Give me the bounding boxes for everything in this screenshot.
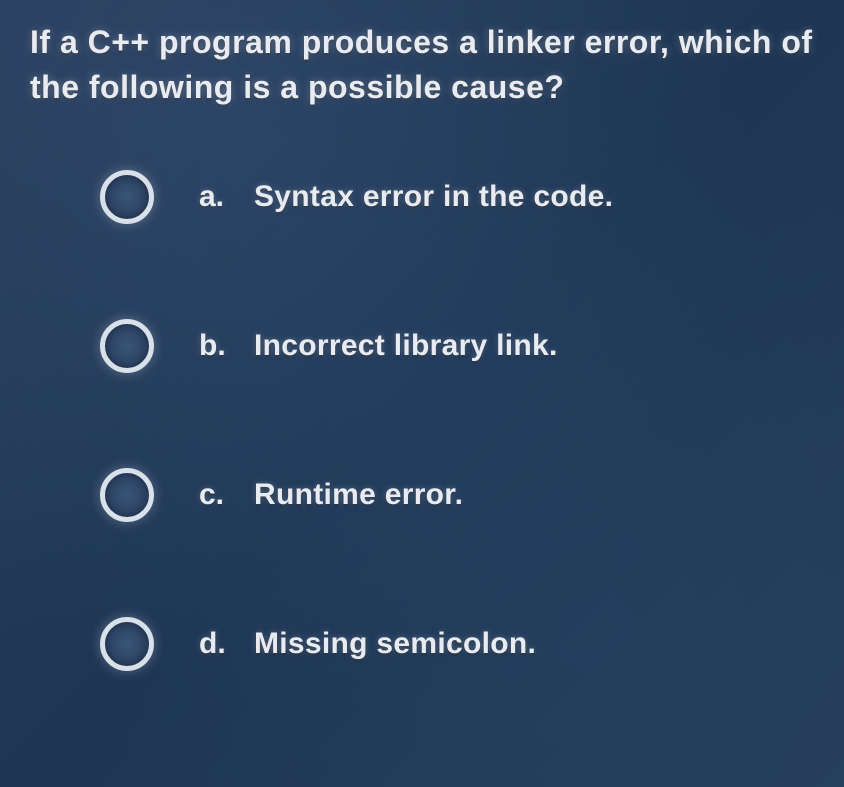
radio-icon	[100, 468, 154, 522]
option-c[interactable]: c. Runtime error.	[100, 468, 814, 522]
option-text: Missing semicolon.	[254, 627, 536, 661]
option-label: c.	[199, 478, 234, 512]
option-label: b.	[199, 329, 234, 363]
option-b[interactable]: b. Incorrect library link.	[100, 319, 814, 373]
option-d[interactable]: d. Missing semicolon.	[100, 617, 814, 671]
option-a[interactable]: a. Syntax error in the code.	[100, 170, 814, 224]
option-text: Incorrect library link.	[254, 329, 558, 363]
option-label: a.	[199, 180, 234, 214]
option-text: Syntax error in the code.	[254, 180, 613, 214]
radio-icon	[100, 617, 154, 671]
option-label: d.	[199, 627, 234, 661]
option-text: Runtime error.	[254, 478, 463, 512]
radio-icon	[100, 170, 154, 224]
options-list: a. Syntax error in the code. b. Incorrec…	[30, 170, 814, 671]
question-text: If a C++ program produces a linker error…	[30, 20, 814, 110]
radio-icon	[100, 319, 154, 373]
